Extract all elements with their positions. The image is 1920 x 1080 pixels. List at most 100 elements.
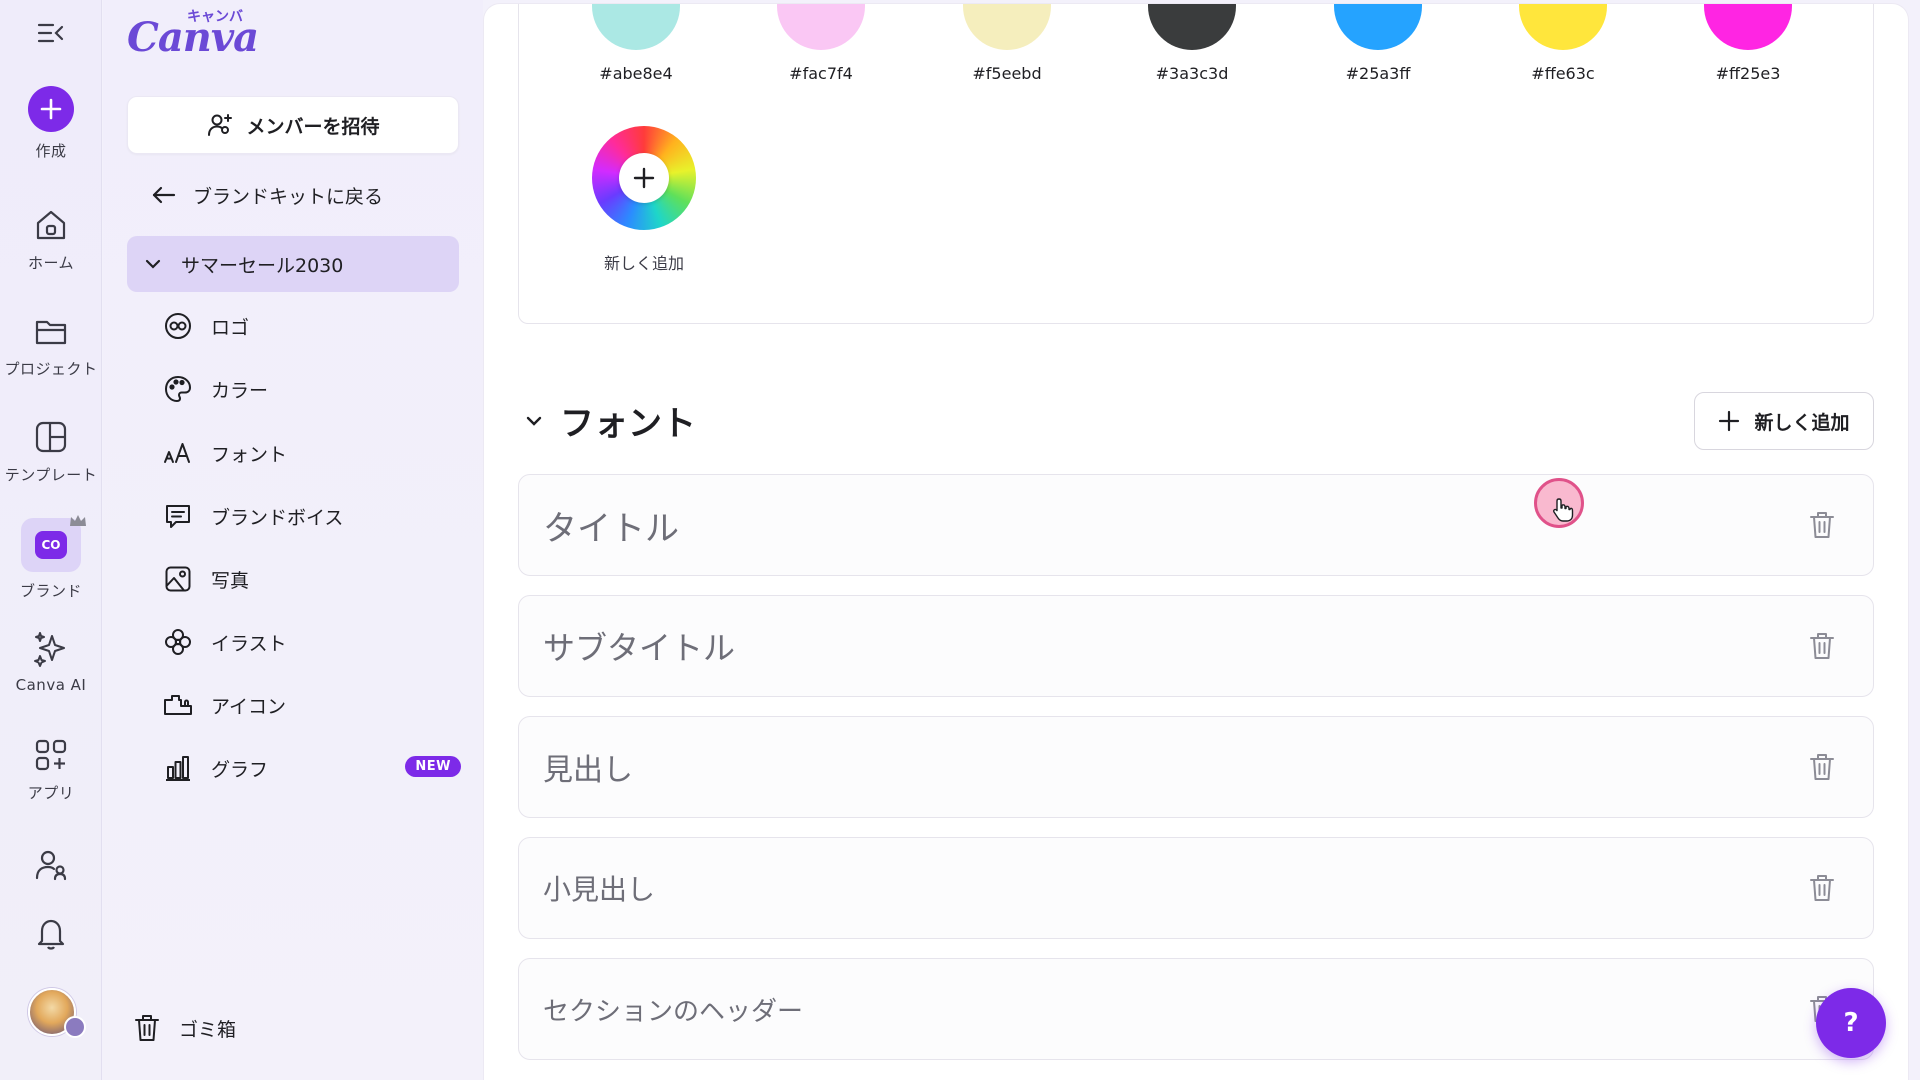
trash-icon — [135, 1015, 159, 1041]
home-icon — [36, 210, 66, 240]
bell-icon — [37, 919, 65, 950]
rail-item-create[interactable]: 作成 — [0, 86, 102, 161]
sidebar-item-logo[interactable]: ロゴ — [163, 304, 463, 348]
invite-members-button[interactable]: メンバーを招待 — [127, 96, 459, 154]
back-label: ブランドキットに戻る — [193, 185, 384, 208]
brand-kit-selector[interactable]: サマーセール2030 — [127, 236, 459, 292]
illustration-icon — [163, 627, 193, 657]
nav-label: カラー — [211, 379, 269, 402]
sidebar-item-brand-voice[interactable]: ブランドボイス — [163, 494, 463, 538]
sidebar-item-icons[interactable]: アイコン — [163, 683, 463, 727]
trash-link[interactable]: ゴミ箱 — [133, 1008, 236, 1048]
palette-icon — [163, 374, 193, 404]
color-palette-panel: #abe8e4 #fac7f4 #f5eebd #3a3c3d #25a3ff … — [518, 4, 1874, 324]
hand-cursor-icon — [1553, 498, 1574, 522]
sidebar-item-colors[interactable]: カラー — [163, 367, 463, 411]
color-swatch[interactable]: #ffe63c — [1518, 4, 1608, 83]
brand-icon: CO — [21, 515, 86, 572]
sidebar-item-photos[interactable]: 写真 — [163, 557, 463, 601]
color-swatch[interactable]: #ff25e3 — [1703, 4, 1793, 83]
color-swatch[interactable]: #abe8e4 — [591, 4, 681, 83]
kit-name: サマーセール2030 — [181, 254, 344, 277]
color-dot — [1704, 4, 1792, 50]
color-code: #f5eebd — [972, 64, 1042, 83]
add-font-label: 新しく追加 — [1754, 411, 1850, 434]
font-row-subtitle[interactable]: サブタイトル — [518, 595, 1874, 697]
canva-logo[interactable]: キャンバ Canva — [125, 6, 259, 62]
plus-icon — [619, 153, 669, 203]
rail-item-apps[interactable]: アプリ — [0, 736, 102, 803]
icon-icon — [163, 690, 193, 720]
color-code: #25a3ff — [1345, 64, 1411, 83]
trash-icon[interactable] — [1807, 872, 1837, 904]
nav-label: ロゴ — [211, 316, 250, 339]
rail-item-projects[interactable]: プロジェクト — [0, 312, 102, 379]
font-name: 見出し — [543, 753, 633, 788]
sidebar-item-charts[interactable]: グラフ NEW — [163, 746, 463, 790]
font-row-heading[interactable]: 見出し — [518, 716, 1874, 818]
rail-label: プロジェクト — [4, 360, 98, 378]
rail-item-brand[interactable]: CO ブランド — [0, 515, 102, 601]
logo-icon — [163, 311, 193, 341]
add-font-button[interactable]: 新しく追加 — [1694, 392, 1874, 450]
color-wheel-icon — [592, 126, 696, 230]
rail-item-notifications[interactable] — [0, 914, 102, 952]
rail-item-home[interactable]: ホーム — [0, 206, 102, 273]
team-avatar — [64, 1016, 86, 1038]
folder-icon — [35, 320, 67, 345]
nav-label: グラフ — [211, 758, 269, 781]
add-color-button[interactable]: 新しく追加 — [589, 126, 699, 274]
font-name: 小見出し — [543, 873, 656, 906]
crown-icon — [70, 515, 86, 526]
help-button[interactable]: ? — [1816, 988, 1886, 1058]
font-name: セクションのヘッダー — [543, 996, 804, 1027]
logo-word: Canva — [127, 14, 259, 61]
color-swatch[interactable]: #3a3c3d — [1147, 4, 1237, 83]
font-row-title[interactable]: タイトル — [518, 474, 1874, 576]
nav-label: 写真 — [211, 569, 250, 592]
color-swatch[interactable]: #fac7f4 — [776, 4, 866, 83]
color-swatch[interactable]: #f5eebd — [962, 4, 1052, 83]
font-row-subheading[interactable]: 小見出し — [518, 837, 1874, 939]
plus-icon — [1719, 410, 1740, 432]
rail-item-canva-ai[interactable]: Canva AI — [0, 630, 102, 694]
template-icon — [35, 421, 67, 453]
rail-label: Canva AI — [15, 676, 87, 694]
trash-icon[interactable] — [1807, 751, 1837, 783]
trash-icon[interactable] — [1807, 509, 1837, 541]
brand-sidebar: キャンバ Canva メンバーを招待 ブランドキットに戻る サマーセール2030… — [103, 0, 483, 1080]
back-to-brand-kit-link[interactable]: ブランドキットに戻る — [151, 178, 383, 212]
color-dot — [1148, 4, 1236, 50]
rail-label: アプリ — [27, 784, 75, 802]
plus-icon — [28, 86, 74, 132]
rail-label: テンプレート — [4, 466, 98, 484]
sidebar-item-illustrations[interactable]: イラスト — [163, 620, 463, 664]
sidebar-item-fonts[interactable]: フォント — [163, 431, 463, 475]
color-code: #ff25e3 — [1715, 64, 1781, 83]
font-icon — [163, 438, 193, 468]
trash-icon[interactable] — [1807, 630, 1837, 662]
rail-label: ホーム — [27, 254, 75, 272]
rail-label: 作成 — [35, 142, 67, 160]
add-member-icon — [208, 114, 233, 136]
rail-item-templates[interactable]: テンプレート — [0, 418, 102, 485]
left-rail: 作成 ホーム プロジェクト テンプレート CO ブランド Canva AI アプ… — [0, 0, 102, 1080]
color-dot — [592, 4, 680, 50]
color-swatch[interactable]: #25a3ff — [1333, 4, 1423, 83]
fonts-section-toggle[interactable]: フォント — [526, 396, 696, 445]
rail-item-people[interactable] — [0, 846, 102, 884]
trash-label: ゴミ箱 — [179, 1018, 237, 1041]
menu-collapse-icon[interactable] — [36, 20, 68, 48]
apps-icon — [35, 739, 67, 771]
nav-label: イラスト — [211, 632, 287, 655]
brand-voice-icon — [163, 501, 193, 531]
brand-badge: CO — [35, 531, 67, 559]
arrow-left-icon — [152, 186, 176, 204]
add-color-label: 新しく追加 — [603, 254, 684, 273]
chevron-down-icon — [145, 259, 161, 269]
color-dot — [963, 4, 1051, 50]
color-dot — [777, 4, 865, 50]
font-row-section-header[interactable]: セクションのヘッダー — [518, 958, 1874, 1060]
photo-icon — [163, 564, 193, 594]
color-code: #fac7f4 — [789, 64, 853, 83]
